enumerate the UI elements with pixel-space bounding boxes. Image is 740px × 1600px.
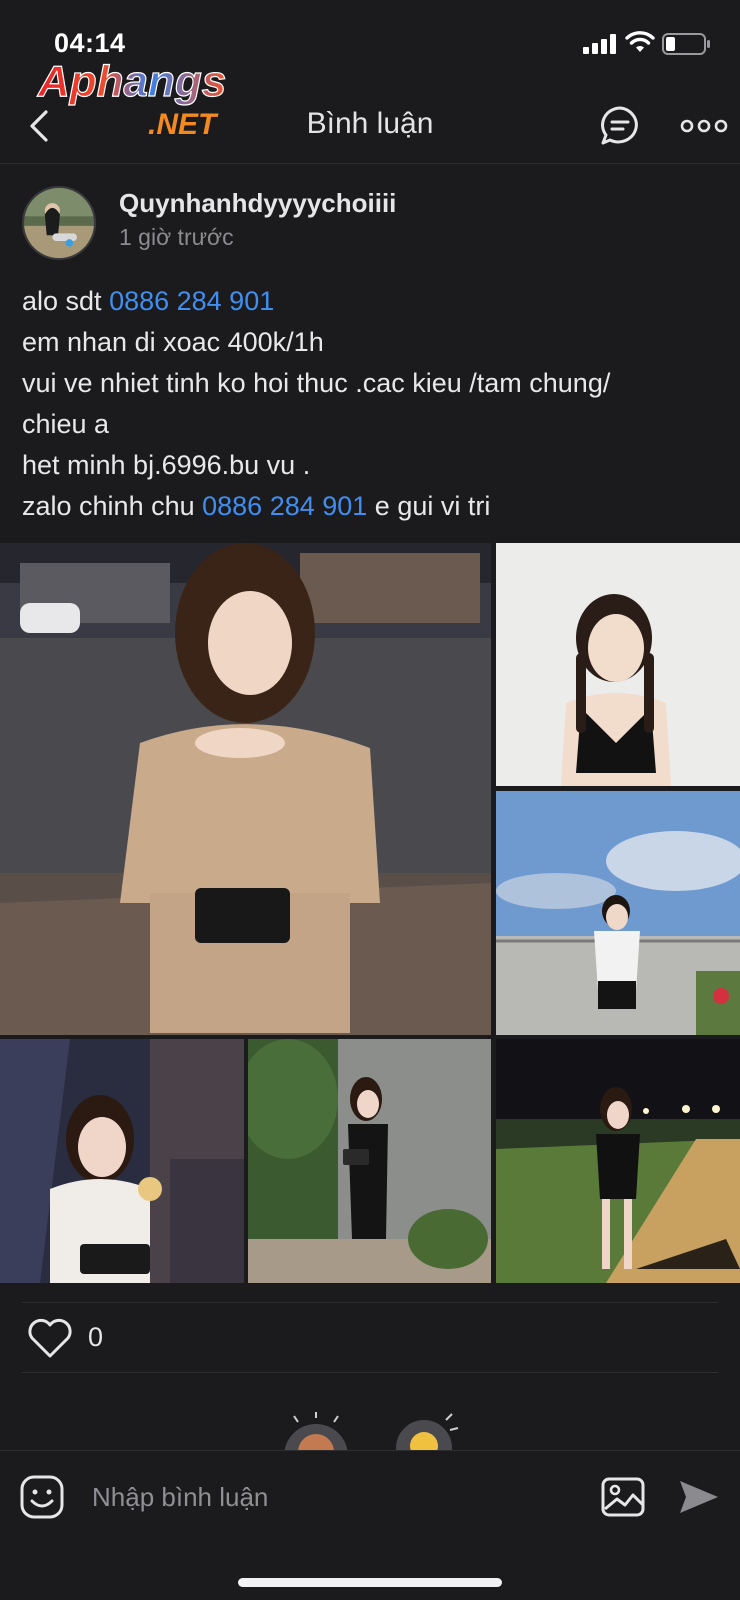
author-avatar[interactable] xyxy=(22,186,96,260)
phone-link[interactable]: 0886 284 901 xyxy=(109,286,274,316)
heart-icon[interactable] xyxy=(26,1316,74,1360)
post-text-segment: e gui vi tri xyxy=(367,491,491,521)
battery-icon xyxy=(662,33,710,55)
post-timestamp: 1 giờ trước xyxy=(119,224,234,250)
post-text-segment: alo sdt xyxy=(22,286,110,316)
send-icon[interactable] xyxy=(676,1477,720,1517)
post-text-segment: zalo chinh chu xyxy=(22,491,203,521)
post-line: het minh bj.6996.bu vu . xyxy=(22,450,311,480)
post-author-name[interactable]: Quynhanhdyyyychoiiii xyxy=(119,188,396,219)
header-bar: Bình luận xyxy=(0,90,740,164)
chat-bubble-icon[interactable] xyxy=(598,104,642,148)
post-line: chieu a xyxy=(22,409,110,439)
more-options-icon[interactable] xyxy=(680,110,728,142)
cellular-signal-icon xyxy=(583,34,616,54)
wifi-icon xyxy=(625,31,655,52)
sticker-emoji-icon[interactable] xyxy=(20,1475,64,1519)
divider xyxy=(22,1302,718,1303)
post-photo[interactable] xyxy=(248,1039,491,1283)
post-photo[interactable] xyxy=(496,1039,740,1283)
comment-input[interactable] xyxy=(92,1473,552,1521)
post-line: zalo chinh chu 0886 284 901 e gui vi tri xyxy=(22,486,722,527)
comment-bar xyxy=(0,1450,740,1600)
sticker-icon[interactable] xyxy=(276,1412,356,1452)
post-photo-main[interactable] xyxy=(0,543,491,1035)
post-body: alo sdt 0886 284 901 em nhan di xoac 400… xyxy=(22,281,722,527)
image-icon[interactable] xyxy=(601,1477,645,1517)
divider xyxy=(22,1372,718,1373)
post-line: vui ve nhiet tinh ko hoi thuc .cac kieu … xyxy=(22,368,611,398)
home-indicator xyxy=(238,1578,502,1587)
sticker-icon[interactable] xyxy=(384,1404,464,1452)
phone-link[interactable]: 0886 284 901 xyxy=(202,491,367,521)
like-count: 0 xyxy=(88,1322,104,1352)
post-photo[interactable] xyxy=(0,1039,244,1283)
post-photo[interactable] xyxy=(496,543,740,786)
post-line: em nhan di xoac 400k/1h xyxy=(22,327,324,357)
post-line: alo sdt 0886 284 901 xyxy=(22,281,722,322)
status-time: 04:14 xyxy=(54,28,126,58)
post-photo[interactable] xyxy=(496,791,740,1035)
